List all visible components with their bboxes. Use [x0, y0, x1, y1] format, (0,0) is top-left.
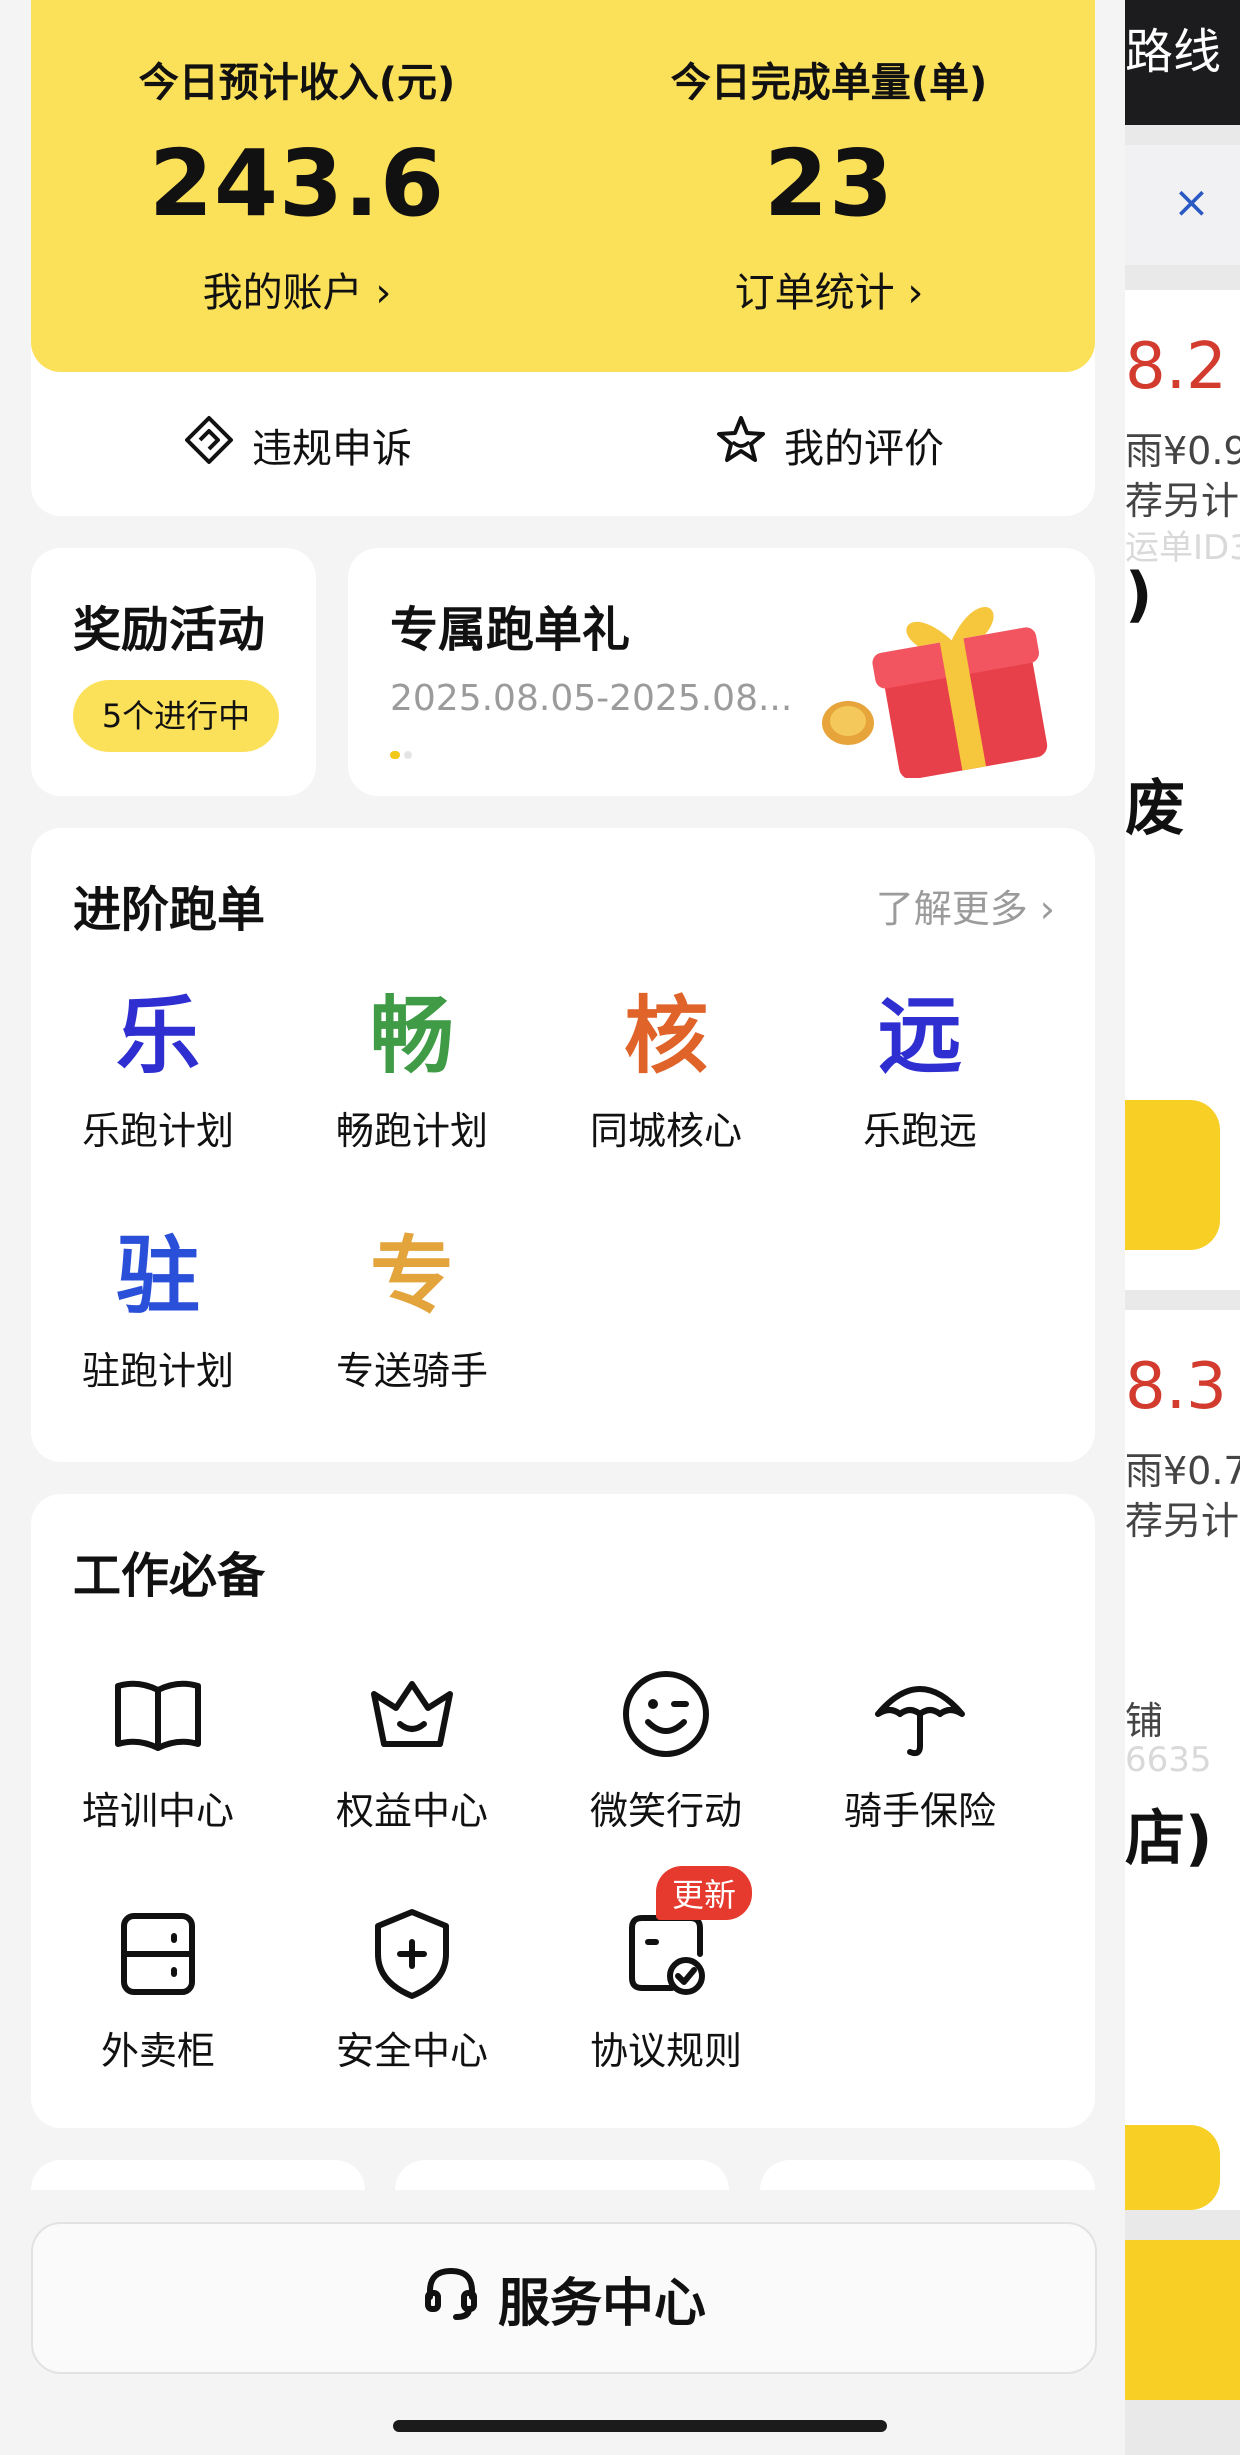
rider-insurance-label: 骑手保险 — [843, 1789, 996, 1833]
smooth-run-plan[interactable]: 畅 畅跑计划 — [285, 988, 539, 1155]
station-run-icon: 驻 — [115, 1227, 200, 1325]
long-run-plan[interactable]: 远 乐跑远 — [793, 988, 1047, 1155]
background-order-text: ) — [1125, 560, 1153, 630]
headset-icon — [422, 2263, 480, 2334]
background-accept-button[interactable] — [1125, 1100, 1220, 1250]
promo-title: 专属跑单礼 — [390, 602, 631, 658]
home-indicator[interactable] — [393, 2420, 887, 2432]
benefits-center-label: 权益中心 — [335, 1789, 488, 1833]
background-order-note: 荐另计 — [1125, 479, 1240, 523]
my-rating-label: 我的评价 — [784, 426, 944, 472]
book-icon — [108, 1664, 208, 1764]
background-bottom-button[interactable] — [1125, 2240, 1240, 2400]
dedicated-rider-plan[interactable]: 专 专送骑手 — [285, 1228, 539, 1395]
side-panel: 今日预计收入(元) 243.6 我的账户 › 今日完成单量(单) 23 订单统计… — [0, 0, 1125, 2455]
rider-insurance[interactable]: 骑手保险 — [793, 1664, 1047, 1835]
my-rating-button[interactable]: 我的评价 — [563, 400, 1095, 490]
station-run-plan[interactable]: 驻 驻跑计划 — [31, 1228, 285, 1395]
safety-center-label: 安全中心 — [335, 2029, 488, 2073]
background-accept-button-2[interactable] — [1125, 2125, 1220, 2210]
violation-appeal-label: 违规申诉 — [252, 426, 412, 472]
crown-icon — [362, 1664, 462, 1764]
my-account-link[interactable]: 我的账户 › — [31, 260, 563, 318]
advanced-running-card: 进阶跑单 了解更多 › 乐 乐跑计划 畅 畅跑计划 核 同城核心 远 乐跑远 驻… — [31, 828, 1095, 1462]
background-header: 路线 — [1125, 0, 1240, 125]
safety-center[interactable]: 安全中心 — [285, 1904, 539, 2075]
background-order-price: 8.2 — [1125, 330, 1227, 404]
learn-more-link[interactable]: 了解更多 › — [876, 878, 1055, 933]
locker-icon — [108, 1904, 208, 2004]
smile-action-label: 微笑行动 — [589, 1789, 742, 1833]
stats-card: 今日预计收入(元) 243.6 我的账户 › 今日完成单量(单) 23 订单统计… — [31, 0, 1095, 516]
income-value: 243.6 — [148, 130, 445, 237]
work-essentials-card: 工作必备 培训中心 权益中心 微笑行动 骑手保险 外卖柜 安全中心 更新 协议规… — [31, 1494, 1095, 2128]
promo-card[interactable]: 专属跑单礼 2025.08.05-2025.08... — [348, 548, 1095, 796]
agreement-rules[interactable]: 更新 协议规则 — [539, 1866, 793, 2075]
long-run-icon: 远 — [877, 987, 962, 1085]
service-center-button[interactable]: 服务中心 — [31, 2222, 1097, 2374]
smooth-run-icon: 畅 — [369, 987, 454, 1085]
background-order-card: 8.2 雨¥0.9 荐另计 运单ID3761 ) 废 — [1125, 290, 1240, 1290]
background-order-fee-2: 雨¥0.7 — [1125, 1449, 1240, 1493]
orders-label: 今日完成单量(单) — [670, 60, 988, 106]
happy-run-plan[interactable]: 乐 乐跑计划 — [31, 988, 285, 1155]
agreement-icon: 更新 — [616, 1866, 753, 2004]
happy-run-label: 乐跑计划 — [81, 1109, 234, 1153]
reward-title: 奖励活动 — [73, 602, 266, 658]
smile-action[interactable]: 微笑行动 — [539, 1664, 793, 1835]
umbrella-icon — [870, 1664, 970, 1764]
appeal-icon — [182, 413, 236, 477]
smooth-run-label: 畅跑计划 — [335, 1109, 488, 1153]
delivery-locker-label: 外卖柜 — [100, 2029, 215, 2073]
background-close-bar: × — [1125, 145, 1240, 265]
violation-appeal-button[interactable]: 违规申诉 — [31, 400, 563, 490]
benefits-center[interactable]: 权益中心 — [285, 1664, 539, 1835]
promo-date: 2025.08.05-2025.08... — [390, 678, 793, 719]
income-label: 今日预计收入(元) — [138, 60, 456, 106]
order-stats-link[interactable]: 订单统计 › — [563, 260, 1095, 318]
carousel-dots — [390, 744, 416, 763]
city-core-label: 同城核心 — [589, 1109, 742, 1153]
background-order-price-2: 8.3 — [1125, 1350, 1227, 1424]
city-core-plan[interactable]: 核 同城核心 — [539, 988, 793, 1155]
advanced-running-title: 进阶跑单 — [73, 882, 266, 938]
background-order-text-3: 店) — [1125, 1804, 1213, 1874]
update-badge: 更新 — [656, 1866, 753, 1920]
training-center-label: 培训中心 — [81, 1789, 234, 1833]
background-page: 路线 × 8.2 雨¥0.9 荐另计 运单ID3761 ) 废 8.3 雨¥0.… — [1125, 0, 1240, 2455]
delivery-locker[interactable]: 外卖柜 — [31, 1904, 285, 2075]
training-center[interactable]: 培训中心 — [31, 1664, 285, 1835]
stats-banner: 今日预计收入(元) 243.6 我的账户 › 今日完成单量(单) 23 订单统计… — [31, 0, 1095, 372]
station-run-label: 驻跑计划 — [81, 1349, 234, 1393]
background-order-id-2: 6635 — [1125, 1740, 1212, 1780]
background-order-note-2: 荐另计 — [1125, 1499, 1240, 1543]
happy-run-icon: 乐 — [115, 987, 200, 1085]
close-icon[interactable]: × — [1173, 177, 1210, 228]
reward-activity-card[interactable]: 奖励活动 5个进行中 — [31, 548, 316, 796]
dedicated-rider-label: 专送骑手 — [335, 1349, 488, 1393]
star-icon — [714, 413, 768, 477]
dedicated-rider-icon: 专 — [369, 1227, 454, 1325]
service-center-label: 服务中心 — [497, 2273, 706, 2334]
background-order-text-2: 废 — [1125, 774, 1185, 844]
background-header-title: 路线 — [1125, 24, 1222, 80]
background-order-shop: 铺 — [1125, 1699, 1164, 1743]
city-core-icon: 核 — [623, 987, 708, 1085]
orders-value: 23 — [763, 130, 895, 237]
agreement-rules-label: 协议规则 — [589, 2029, 742, 2073]
background-order-card-2: 8.3 雨¥0.7 荐另计 铺 6635 店) — [1125, 1310, 1240, 2210]
shield-icon — [362, 1904, 462, 2004]
background-order-fee: 雨¥0.9 — [1125, 429, 1240, 473]
gift-box-icon — [808, 588, 1068, 780]
smile-icon — [616, 1664, 716, 1764]
reward-count-badge: 5个进行中 — [73, 680, 279, 752]
work-essentials-title: 工作必备 — [73, 1548, 266, 1604]
long-run-label: 乐跑远 — [862, 1109, 977, 1153]
